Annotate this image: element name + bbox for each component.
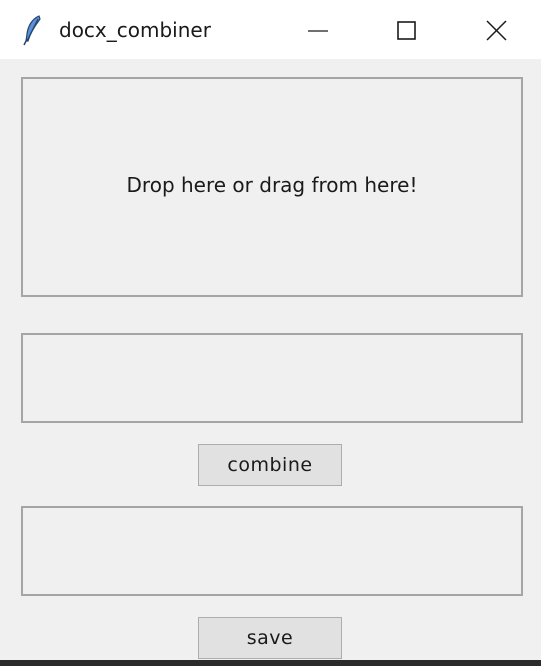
minimize-button[interactable] [273,0,363,59]
window-title: docx_combiner [59,18,211,42]
maximize-button[interactable] [361,0,451,59]
app-window: docx_combiner Drop here or drag from her… [0,0,541,666]
output-box[interactable] [21,506,523,596]
feather-icon [22,14,44,46]
file-list-box[interactable] [21,333,523,423]
drop-zone-label: Drop here or drag from here! [126,173,418,197]
close-button[interactable] [451,0,541,59]
title-bar[interactable]: docx_combiner [0,0,541,59]
window-bottom-edge [0,660,541,666]
drop-zone[interactable]: Drop here or drag from here! [21,77,523,297]
combine-button[interactable]: combine [198,444,342,486]
save-button[interactable]: save [198,617,342,659]
